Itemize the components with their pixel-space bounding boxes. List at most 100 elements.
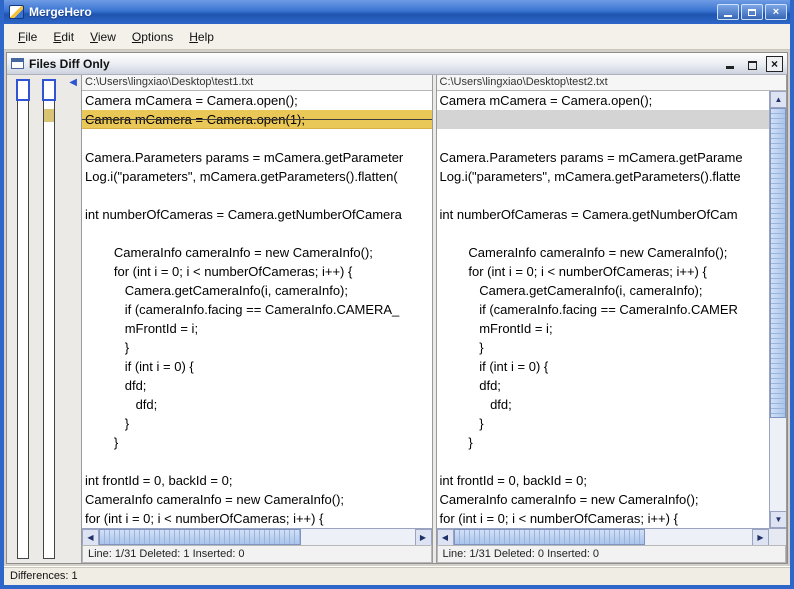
menu-view[interactable]: View — [82, 26, 124, 48]
code-line[interactable]: for (int i = 0; i < numberOfCameras; i++… — [82, 262, 432, 281]
iconify-icon — [726, 66, 734, 69]
code-line[interactable]: int frontId = 0, backId = 0; — [437, 471, 770, 490]
right-code-area[interactable]: Camera mCamera = Camera.open(); Camera.Pa… — [437, 91, 770, 528]
internal-maximize-button[interactable] — [744, 56, 760, 71]
overview-bar-left[interactable] — [17, 79, 29, 559]
code-line[interactable] — [437, 186, 770, 205]
internal-frame-title: Files Diff Only — [29, 57, 722, 71]
left-code-area[interactable]: Camera mCamera = Camera.open();Camera mC… — [82, 91, 432, 528]
code-line[interactable]: Camera.Parameters params = mCamera.getPa… — [82, 148, 432, 167]
code-line[interactable]: } — [82, 338, 432, 357]
code-line[interactable]: } — [82, 414, 432, 433]
internal-iconify-button[interactable] — [722, 56, 738, 71]
right-vscroll-track[interactable] — [770, 108, 786, 511]
code-line[interactable] — [437, 129, 770, 148]
right-hscroll-thumb[interactable] — [454, 529, 645, 545]
menu-help[interactable]: Help — [181, 26, 222, 48]
code-line[interactable]: Camera.Parameters params = mCamera.getPa… — [437, 148, 770, 167]
code-line[interactable]: CameraInfo cameraInfo = new CameraInfo()… — [437, 490, 770, 509]
internal-frame-icon — [11, 58, 24, 69]
right-file-path: C:\Users\lingxiao\Desktop\test2.txt — [437, 75, 787, 91]
menu-file[interactable]: File — [10, 26, 45, 48]
code-line[interactable]: CameraInfo cameraInfo = new CameraInfo()… — [82, 490, 432, 509]
scroll-right-icon[interactable]: ▶ — [415, 529, 432, 546]
code-line[interactable]: int numberOfCameras = Camera.getNumberOf… — [82, 205, 432, 224]
code-line[interactable]: dfd; — [82, 395, 432, 414]
viewport-indicator-right — [42, 79, 56, 101]
code-line[interactable]: Log.i("parameters", mCamera.getParameter… — [437, 167, 770, 186]
maximize-button[interactable] — [741, 4, 763, 20]
code-line[interactable]: dfd; — [437, 395, 770, 414]
close-icon: × — [771, 57, 778, 71]
code-line[interactable]: dfd; — [437, 376, 770, 395]
code-line[interactable]: Camera mCamera = Camera.open(); — [82, 91, 432, 110]
internal-close-button[interactable]: × — [766, 56, 783, 72]
window-titlebar[interactable]: MergeHero × — [4, 0, 790, 24]
menu-edit[interactable]: Edit — [45, 26, 82, 48]
code-line[interactable]: dfd; — [82, 376, 432, 395]
code-line[interactable]: Camera mCamera = Camera.open(1); — [82, 110, 432, 129]
left-pane-status: Line: 1/31 Deleted: 1 Inserted: 0 — [82, 545, 432, 563]
scroll-right-icon[interactable]: ▶ — [752, 529, 769, 546]
scroll-down-icon[interactable]: ▼ — [770, 511, 786, 528]
overview-bar-right[interactable] — [43, 79, 55, 559]
menu-options[interactable]: Options — [124, 26, 181, 48]
collapse-overview-button[interactable]: ◀ — [69, 78, 77, 88]
code-line[interactable] — [437, 452, 770, 471]
code-line[interactable]: } — [82, 433, 432, 452]
code-line[interactable] — [82, 129, 432, 148]
code-line[interactable]: Camera.getCameraInfo(i, cameraInfo); — [82, 281, 432, 300]
code-line[interactable]: mFrontId = i; — [437, 319, 770, 338]
diff-mark[interactable] — [44, 109, 54, 122]
scroll-left-icon[interactable]: ◀ — [82, 529, 99, 546]
left-horizontal-scrollbar[interactable]: ◀ ▶ — [82, 528, 432, 545]
code-line[interactable] — [82, 224, 432, 243]
right-vertical-scrollbar[interactable]: ▲ ▼ — [769, 91, 786, 528]
right-diff-pane: C:\Users\lingxiao\Desktop\test2.txt Came… — [436, 75, 788, 563]
code-line[interactable]: mFrontId = i; — [82, 319, 432, 338]
code-line[interactable]: for (int i = 0; i < numberOfCameras; i++… — [437, 262, 770, 281]
code-line[interactable] — [437, 224, 770, 243]
code-line[interactable]: } — [437, 414, 770, 433]
code-line[interactable]: Log.i("parameters", mCamera.getParameter… — [82, 167, 432, 186]
minimize-button[interactable] — [717, 4, 739, 20]
code-line[interactable]: Camera.getCameraInfo(i, cameraInfo); — [437, 281, 770, 300]
code-line[interactable] — [82, 186, 432, 205]
code-line[interactable]: for (int i = 0; i < numberOfCameras; i++… — [82, 509, 432, 528]
code-line[interactable]: } — [437, 433, 770, 452]
left-diff-pane: C:\Users\lingxiao\Desktop\test1.txt Came… — [81, 75, 433, 563]
right-pane-status: Line: 1/31 Deleted: 0 Inserted: 0 — [437, 545, 787, 563]
internal-frame-titlebar[interactable]: Files Diff Only × — [7, 53, 787, 75]
code-line[interactable]: int frontId = 0, backId = 0; — [82, 471, 432, 490]
right-horizontal-scrollbar[interactable]: ◀ ▶ — [437, 528, 770, 545]
viewport-indicator-left — [16, 79, 30, 101]
maximize-icon — [748, 9, 756, 16]
code-line[interactable]: } — [437, 338, 770, 357]
window-title: MergeHero — [29, 5, 717, 19]
code-line[interactable]: Camera mCamera = Camera.open(); — [437, 91, 770, 110]
code-line[interactable]: if (int i = 0) { — [82, 357, 432, 376]
code-line[interactable] — [437, 110, 770, 129]
code-line[interactable]: for (int i = 0; i < numberOfCameras; i++… — [437, 509, 770, 528]
code-line[interactable] — [82, 452, 432, 471]
left-file-path: C:\Users\lingxiao\Desktop\test1.txt — [82, 75, 432, 91]
close-icon: × — [773, 7, 779, 18]
left-hscroll-thumb[interactable] — [99, 529, 301, 545]
right-vscroll-thumb[interactable] — [770, 108, 786, 418]
scroll-left-icon[interactable]: ◀ — [437, 529, 454, 546]
differences-count: Differences: 1 — [10, 570, 78, 582]
restore-icon — [748, 61, 757, 70]
close-button[interactable]: × — [765, 4, 787, 20]
diff-overview-panel: ◀ — [7, 75, 81, 563]
app-icon — [9, 5, 24, 19]
diff-internal-frame: Files Diff Only × ◀ — [6, 52, 788, 564]
code-line[interactable]: if (cameraInfo.facing == CameraInfo.CAME… — [82, 300, 432, 319]
code-line[interactable]: if (cameraInfo.facing == CameraInfo.CAME… — [437, 300, 770, 319]
right-hscroll-track[interactable] — [454, 529, 753, 545]
code-line[interactable]: CameraInfo cameraInfo = new CameraInfo()… — [82, 243, 432, 262]
code-line[interactable]: if (int i = 0) { — [437, 357, 770, 376]
scroll-up-icon[interactable]: ▲ — [770, 91, 786, 108]
left-hscroll-track[interactable] — [99, 529, 415, 545]
code-line[interactable]: CameraInfo cameraInfo = new CameraInfo()… — [437, 243, 770, 262]
code-line[interactable]: int numberOfCameras = Camera.getNumberOf… — [437, 205, 770, 224]
